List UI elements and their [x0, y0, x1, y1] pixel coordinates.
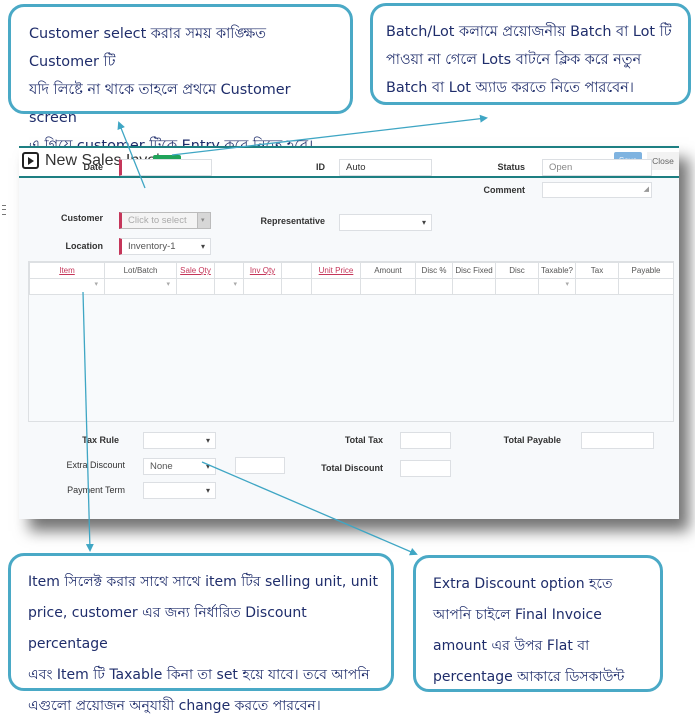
- grid-filter-cell[interactable]: [452, 278, 496, 295]
- tax-rule-select[interactable]: [143, 432, 216, 449]
- resize-handle-icon[interactable]: ◢: [644, 184, 649, 196]
- callout-line: percentage আকারে ডিসকাউন্ট: [433, 669, 625, 685]
- grid-filter-cell[interactable]: [575, 278, 619, 295]
- customer-label: Customer: [60, 213, 103, 223]
- callout-line: Batch বা Lot অ্যাড করতে নিতে পারবেন।: [386, 80, 634, 96]
- callout-line: Extra Discount option হতে: [433, 576, 613, 592]
- extra-discount-label: Extra Discount: [66, 460, 125, 470]
- extra-discount-amount[interactable]: [235, 457, 285, 474]
- callout-line: price, customer এর জন্য নির্ধারিত Discou…: [28, 605, 307, 652]
- status-label: Status: [497, 162, 525, 172]
- representative-label: Representative: [260, 216, 325, 226]
- payment-term-select[interactable]: [143, 482, 216, 499]
- item-help-callout: Item সিলেক্ট করার সাথে সাথে item টির sel…: [8, 553, 394, 714]
- status-input: Open: [542, 159, 652, 176]
- sales-invoice-window: New Sales Invoice Lots Save Close Date C…: [2, 146, 679, 519]
- grid-filter-cell[interactable]: [281, 278, 312, 295]
- grid-column-header[interactable]: Tax: [575, 262, 619, 279]
- payment-term-label: Payment Term: [67, 485, 125, 495]
- grid-filter-dropdown[interactable]: [29, 278, 105, 295]
- grid-column-header[interactable]: Payable: [618, 262, 674, 279]
- grid-column-header[interactable]: Amount: [360, 262, 416, 279]
- grid-filter-dropdown[interactable]: [538, 278, 576, 295]
- total-tax-field: [400, 432, 451, 449]
- customer-placeholder: Click to select: [128, 215, 187, 226]
- callout-line: যদি লিষ্টে না থাকে তাহলে প্রথমে Customer…: [29, 82, 291, 126]
- play-icon[interactable]: [22, 152, 39, 169]
- grid-column-header[interactable]: Item: [29, 262, 105, 279]
- invoice-items-grid: Item Lot/Batch Sale Qty Inv Qty Unit Price Am…: [28, 261, 674, 422]
- callout-line: Customer select করার সময় কাঙ্ক্ষিত Cust…: [29, 26, 266, 70]
- total-payable-label: Total Payable: [503, 435, 561, 445]
- grid-column-header[interactable]: [214, 262, 244, 279]
- representative-select[interactable]: [339, 214, 432, 231]
- grid-column-header[interactable]: Inv Qty: [243, 262, 282, 279]
- discount-help-callout: Extra Discount option হতে আপনি চাইলে Fin…: [413, 555, 663, 692]
- grid-column-header[interactable]: Disc: [495, 262, 539, 279]
- callout-line: এবং Item টি Taxable কিনা তা set হয়ে যাব…: [28, 667, 370, 683]
- grid-filter-cell[interactable]: [243, 278, 282, 295]
- grid-filter-cell[interactable]: [311, 278, 361, 295]
- chevron-down-icon[interactable]: [197, 213, 210, 228]
- grid-filter-cell[interactable]: [360, 278, 416, 295]
- callout-line: Item সিলেক্ট করার সাথে সাথে item টির sel…: [28, 574, 378, 590]
- menu-icon[interactable]: [2, 205, 6, 215]
- id-input[interactable]: Auto: [339, 159, 432, 176]
- customer-select[interactable]: Click to select: [119, 212, 211, 229]
- grid-filter-row: [29, 278, 674, 295]
- customer-help-callout: Customer select করার সময় কাঙ্ক্ষিত Cust…: [8, 4, 353, 154]
- tax-rule-label: Tax Rule: [82, 435, 119, 445]
- callout-line: পাওয়া না গেলে Lots বাটনে ক্লিক করে নতুন: [386, 52, 642, 68]
- grid-filter-cell[interactable]: [415, 278, 453, 295]
- grid-filter-dropdown[interactable]: [214, 278, 244, 295]
- grid-filter-dropdown[interactable]: [104, 278, 177, 295]
- callout-line: Batch/Lot কলামে প্রয়োজনীয় Batch বা Lot…: [386, 24, 672, 40]
- grid-column-header[interactable]: Disc Fixed: [452, 262, 496, 279]
- grid-column-header[interactable]: Lot/Batch: [104, 262, 177, 279]
- grid-filter-cell[interactable]: [618, 278, 674, 295]
- total-discount-field: [400, 460, 451, 477]
- total-discount-label: Total Discount: [321, 463, 383, 473]
- date-label: Date: [83, 162, 103, 172]
- grid-column-header[interactable]: Disc %: [415, 262, 453, 279]
- callout-line: এগুলো প্রয়োজন অনুযায়ী change করতে পারব…: [28, 698, 321, 714]
- grid-column-header[interactable]: Taxable?: [538, 262, 576, 279]
- comment-label: Comment: [483, 185, 525, 195]
- id-label: ID: [316, 162, 325, 172]
- grid-filter-cell[interactable]: [176, 278, 215, 295]
- location-select[interactable]: Inventory-1: [119, 238, 211, 255]
- lots-help-callout: Batch/Lot কলামে প্রয়োজনীয় Batch বা Lot…: [370, 3, 691, 105]
- grid-column-header[interactable]: [281, 262, 312, 279]
- extra-discount-select[interactable]: None: [143, 458, 216, 475]
- grid-header-row: Item Lot/Batch Sale Qty Inv Qty Unit Price Am…: [29, 262, 674, 279]
- date-input[interactable]: [119, 159, 212, 176]
- location-label: Location: [65, 241, 104, 251]
- grid-column-header[interactable]: Sale Qty: [176, 262, 215, 279]
- total-payable-field: [581, 432, 654, 449]
- total-tax-label: Total Tax: [344, 435, 383, 445]
- grid-column-header[interactable]: Unit Price: [311, 262, 361, 279]
- callout-line: amount এর উপর Flat বা: [433, 638, 590, 654]
- callout-line: আপনি চাইলে Final Invoice: [433, 607, 602, 623]
- grid-filter-cell[interactable]: [495, 278, 539, 295]
- comment-textarea[interactable]: ◢: [542, 182, 652, 198]
